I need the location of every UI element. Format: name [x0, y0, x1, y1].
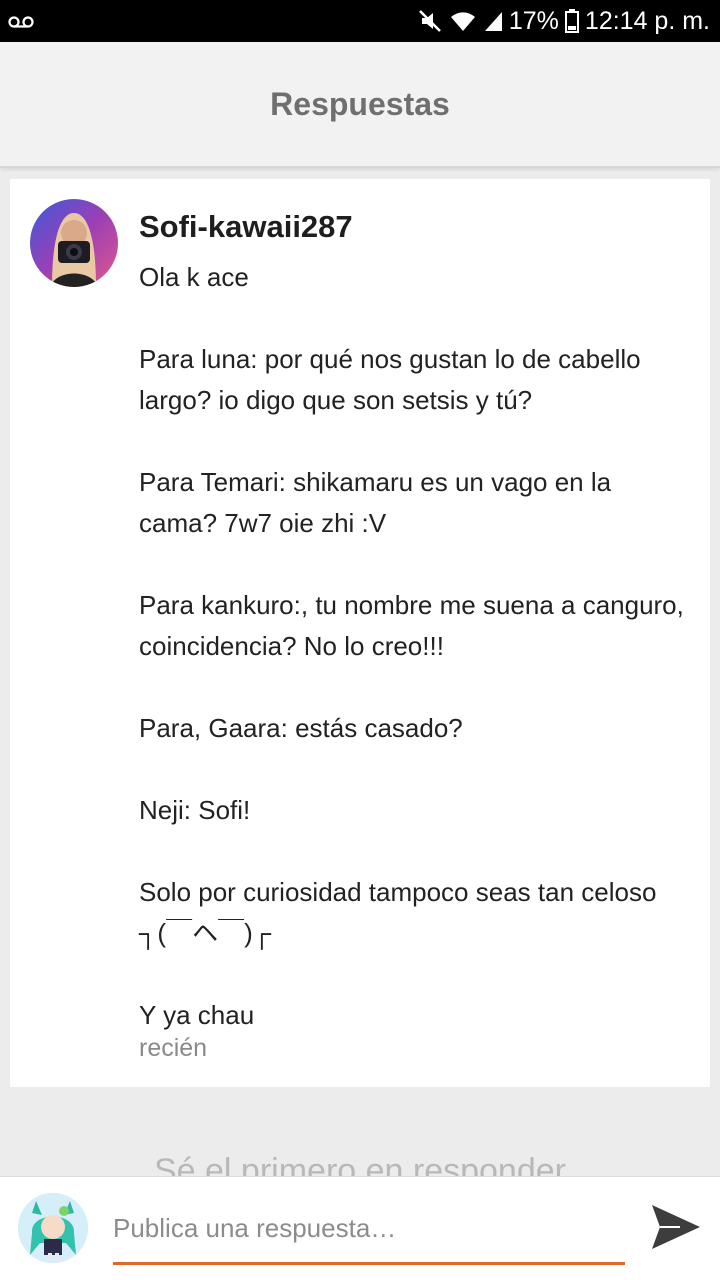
post-card: Sofi-kawaii287 Ola k ace Para luna: por … [10, 179, 710, 1087]
status-bar: 17% 12:14 p. m. [0, 0, 720, 42]
clock: 12:14 p. m. [584, 6, 710, 35]
post-author-name[interactable]: Sofi-kawaii287 [139, 209, 353, 245]
battery-icon [564, 9, 579, 33]
user-avatar[interactable] [30, 199, 118, 287]
current-user-avatar[interactable] [18, 1193, 88, 1263]
send-button[interactable] [648, 1201, 704, 1257]
message-line [139, 831, 684, 872]
message-line: Para kankuro:, tu nombre me suena a cang… [139, 590, 692, 661]
reply-input[interactable] [113, 1199, 625, 1265]
message-line: Solo por curiosidad tampoco seas tan cel… [139, 877, 664, 948]
page-title: Respuestas [270, 85, 450, 122]
signal-icon [483, 10, 503, 32]
send-icon [650, 1203, 702, 1256]
voicemail-icon [8, 9, 34, 33]
mute-icon [417, 8, 443, 34]
message-line [139, 421, 684, 462]
message-line: Ola k ace [139, 262, 249, 292]
battery-percent: 17% [508, 6, 559, 35]
message-line: Para Temari: shikamaru es un vago en la … [139, 467, 619, 538]
message-line [139, 954, 684, 995]
message-line: Y ya chau [139, 1000, 255, 1030]
message-line: Para luna: por qué nos gustan lo de cabe… [139, 344, 648, 415]
wifi-icon [449, 9, 477, 33]
post-message: Ola k ace Para luna: por qué nos gustan … [139, 257, 684, 1036]
message-line [139, 298, 684, 339]
message-line [139, 749, 684, 790]
reply-bar [0, 1176, 720, 1280]
message-line [139, 544, 684, 585]
message-line: Para, Gaara: estás casado? [139, 713, 463, 743]
message-line: Neji: Sofi! [139, 795, 251, 825]
post-timestamp: recién [139, 1034, 208, 1062]
message-line [139, 667, 684, 708]
app-bar: Respuestas [0, 42, 720, 168]
